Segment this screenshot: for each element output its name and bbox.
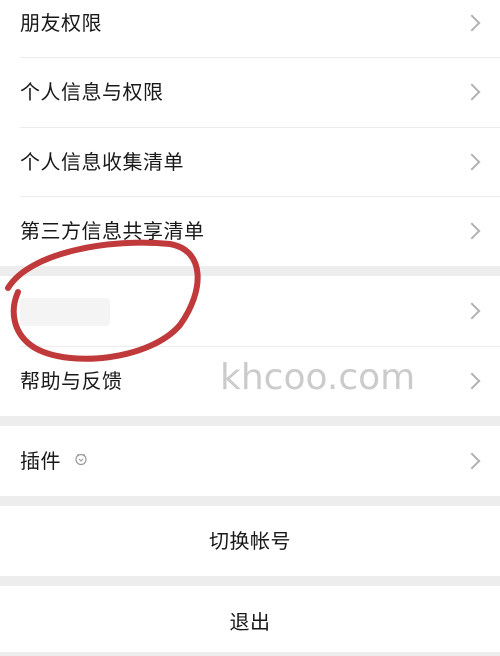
chevron-right-icon: [463, 372, 481, 390]
logout-section: 退出: [0, 586, 500, 652]
chevron-right-icon: [463, 83, 481, 101]
row-label: 帮助与反馈: [20, 369, 123, 393]
row-label: 插件: [20, 449, 61, 473]
row-label: 个人信息收集清单: [20, 150, 184, 174]
row-friend-permissions[interactable]: 朋友权限: [0, 0, 500, 58]
switch-account-label: 切换帐号: [209, 529, 291, 553]
redacted-content: [20, 298, 110, 326]
row-label: 朋友权限: [20, 11, 102, 35]
switch-account-section: 切换帐号: [0, 506, 500, 576]
chevron-right-icon: [463, 452, 481, 470]
row-personal-info-permissions[interactable]: 个人信息与权限: [0, 57, 500, 127]
settings-group-privacy: 朋友权限 个人信息与权限 个人信息收集清单 第三方信息共享清单: [0, 0, 500, 266]
logout-button[interactable]: 退出: [0, 586, 500, 656]
row-plugins[interactable]: 插件: [0, 426, 500, 496]
logout-label: 退出: [229, 610, 271, 634]
switch-account-button[interactable]: 切换帐号: [0, 506, 500, 576]
row-third-party-sharing-list[interactable]: 第三方信息共享清单: [0, 196, 500, 266]
row-label: 个人信息与权限: [20, 80, 164, 104]
settings-group-plugins: 插件: [0, 426, 500, 496]
chevron-right-icon: [463, 222, 481, 240]
chevron-right-icon: [463, 153, 481, 171]
watermark-text: khcoo.com: [220, 357, 416, 398]
chevron-right-icon: [463, 14, 481, 32]
plugin-badge-icon: [75, 453, 87, 466]
row-personal-info-collection-list[interactable]: 个人信息收集清单: [0, 127, 500, 197]
chevron-right-icon: [463, 302, 481, 320]
row-label: 第三方信息共享清单: [20, 219, 205, 243]
settings-screen: 朋友权限 个人信息与权限 个人信息收集清单 第三方信息共享清单 帮助与反馈 插件…: [0, 0, 500, 652]
